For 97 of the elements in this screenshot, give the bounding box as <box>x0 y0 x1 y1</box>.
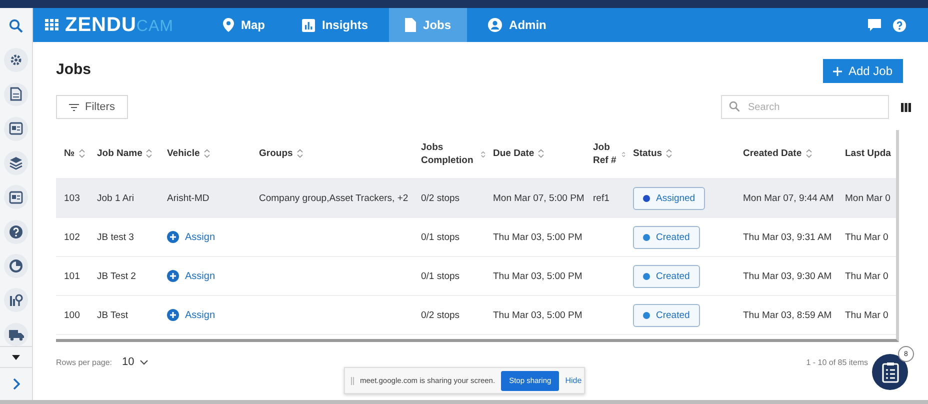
help-icon[interactable] <box>893 18 906 32</box>
column-header[interactable]: Vehicle <box>167 147 200 161</box>
job-ref: ref1 <box>593 192 610 204</box>
pagination-range: 1 - 10 of 85 items <box>806 358 868 366</box>
column-header[interactable]: Last Upda <box>845 147 891 161</box>
created-date: Thu Mar 03, 9:30 AM <box>743 270 832 282</box>
clipboard-icon <box>882 362 898 382</box>
filter-icon <box>69 104 80 110</box>
status-badge: Created <box>633 226 700 248</box>
nav-tab[interactable]: Map <box>205 8 281 42</box>
truck-icon[interactable] <box>8 328 24 341</box>
sort-icon[interactable] <box>78 149 85 158</box>
job-name: JB test 3 <box>97 232 134 242</box>
search-field[interactable]: Search <box>721 95 889 119</box>
caret-icon[interactable] <box>12 354 20 360</box>
plus-circle-icon <box>167 231 179 243</box>
gear-icon[interactable] <box>9 53 23 68</box>
plus-circle-icon <box>167 270 179 282</box>
drag-handle-icon[interactable] <box>351 376 354 384</box>
id-card-icon[interactable] <box>9 190 23 204</box>
bar-chart-icon <box>302 18 315 32</box>
sort-icon[interactable] <box>666 149 672 158</box>
column-header[interactable]: № <box>64 147 75 161</box>
add-job-button[interactable]: Add Job <box>823 59 903 83</box>
column-header[interactable]: Jobs Completion <box>421 140 477 168</box>
page-title: Jobs <box>56 60 92 78</box>
document-icon <box>405 18 416 32</box>
table-row[interactable]: 101 JB Test 2 Assign 0/1 stops Thu Mar 03, 5:00 PM Created Thu Mar 03, 9:30 AM Thu Mar 0 <box>56 257 896 296</box>
last-updated-date: Mon Mar 0 <box>845 192 890 204</box>
search-icon <box>729 101 740 112</box>
columns-icon[interactable] <box>901 102 911 112</box>
rows-per-page-select[interactable]: 10 <box>122 356 148 368</box>
groups-text: Company group,Asset Trackers, +2 <box>259 192 408 204</box>
nav-tab[interactable]: Admin <box>472 8 562 42</box>
last-updated-date: Thu Mar 0 <box>845 310 888 320</box>
rows-per-page-label: Rows per page: <box>56 358 112 366</box>
search-icon[interactable] <box>9 18 23 33</box>
sort-icon[interactable] <box>296 149 303 158</box>
sort-icon[interactable] <box>806 149 812 158</box>
last-updated-date: Thu Mar 0 <box>845 270 888 282</box>
chevron-down-icon <box>140 360 148 364</box>
created-date: Thu Mar 03, 9:31 AM <box>743 232 832 242</box>
table-row[interactable]: 100 JB Test Assign 0/2 stops Thu Mar 03, 5:00 PM Created Thu Mar 03, 8:59 AM Thu Mar 0 <box>56 296 896 335</box>
job-number: 101 <box>64 270 80 282</box>
hide-link[interactable]: Hide <box>565 376 582 385</box>
user-icon <box>488 18 502 32</box>
sort-icon[interactable] <box>204 149 210 158</box>
layers-icon[interactable] <box>9 156 23 170</box>
sort-icon[interactable] <box>622 150 625 158</box>
document-icon[interactable] <box>10 87 22 102</box>
vehicle-name: Arisht-MD <box>167 192 210 204</box>
due-date: Mon Mar 07, 5:00 PM <box>493 192 584 204</box>
status-badge: Assigned <box>633 186 706 210</box>
assign-link[interactable]: Assign <box>167 231 216 243</box>
sort-icon[interactable] <box>480 150 485 158</box>
map-pin-icon <box>223 18 234 32</box>
plus-icon <box>833 66 842 76</box>
chevron-right-icon[interactable] <box>12 378 20 390</box>
column-header[interactable]: Due Date <box>493 147 534 161</box>
app-grid-icon[interactable] <box>45 19 59 31</box>
table-row[interactable]: 103 Job 1 Ari Arisht-MD Company group,Asset Trackers, +2 0/2 stops Mon Mar 07, 5:00 PM ref1 Assigned Mon Mar 07, 9:44 AM Mon Mar 0 <box>56 179 896 218</box>
column-header[interactable]: Job Name <box>97 147 142 161</box>
assign-link[interactable]: Assign <box>167 309 216 321</box>
table-row[interactable]: 102 JB test 3 Assign 0/1 stops Thu Mar 03, 5:00 PM Created Thu Mar 03, 9:31 AM Thu Mar 0 <box>56 218 896 257</box>
job-number: 100 <box>64 310 80 320</box>
due-date: Thu Mar 03, 5:00 PM <box>493 232 582 242</box>
assign-link[interactable]: Assign <box>167 270 216 282</box>
created-date: Thu Mar 03, 8:59 AM <box>743 310 832 320</box>
job-name: Job 1 Ari <box>97 192 134 204</box>
sort-icon[interactable] <box>538 149 544 158</box>
column-header[interactable]: Status <box>633 147 662 161</box>
column-header[interactable]: Created Date <box>743 147 802 161</box>
stops-completion: 0/2 stops <box>421 310 460 320</box>
job-name: JB Test 2 <box>97 270 136 282</box>
column-header[interactable]: Job Ref # <box>593 140 618 168</box>
help-icon[interactable] <box>9 224 23 239</box>
stops-completion: 0/2 stops <box>421 192 460 204</box>
chat-icon[interactable] <box>868 18 881 32</box>
filters-button[interactable]: Filters <box>56 95 128 119</box>
plus-circle-icon <box>167 309 179 321</box>
route-icon[interactable] <box>9 293 23 308</box>
nav-tab[interactable]: Insights <box>286 8 384 42</box>
status-badge: Created <box>633 264 700 288</box>
job-number: 102 <box>64 232 80 242</box>
stops-completion: 0/1 stops <box>421 270 460 282</box>
job-name: JB Test <box>97 310 128 320</box>
column-header[interactable]: Groups <box>259 147 293 161</box>
pie-chart-icon[interactable] <box>9 258 23 273</box>
due-date: Thu Mar 03, 5:00 PM <box>493 270 582 282</box>
stops-completion: 0/1 stops <box>421 232 460 242</box>
status-badge: Created <box>633 304 700 326</box>
due-date: Thu Mar 03, 5:00 PM <box>493 310 582 320</box>
created-date: Mon Mar 07, 9:44 AM <box>743 192 834 204</box>
last-updated-date: Thu Mar 0 <box>845 232 888 242</box>
sort-icon[interactable] <box>146 149 152 158</box>
id-card-icon[interactable] <box>9 122 23 136</box>
job-number: 103 <box>64 192 80 204</box>
